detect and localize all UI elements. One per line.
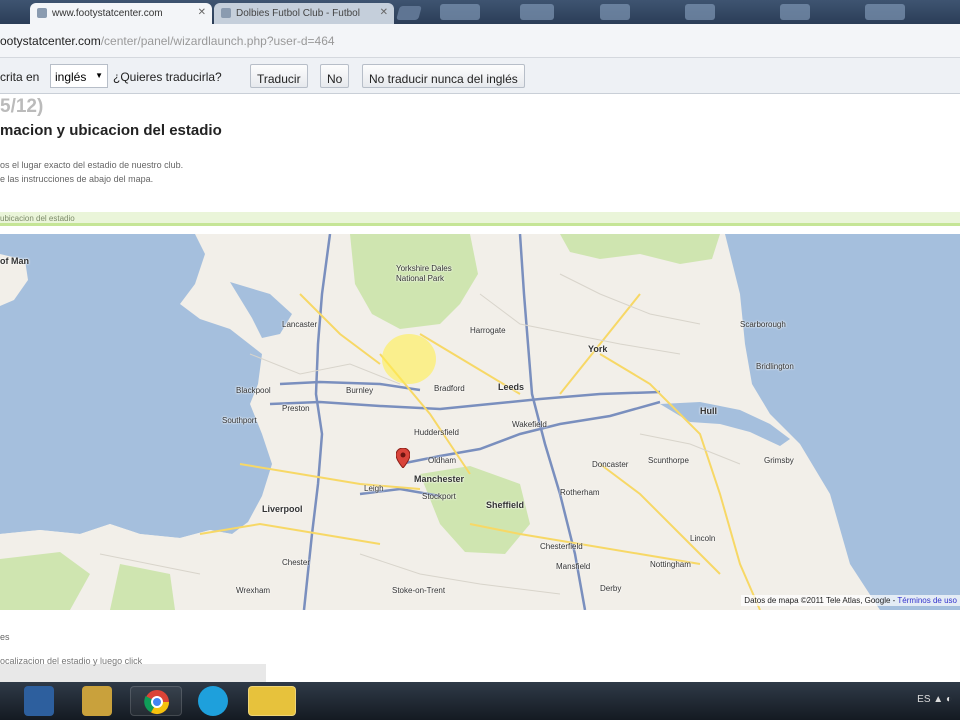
new-tab-button[interactable] (396, 6, 422, 20)
location-bar: ubicacion del estadio (0, 212, 960, 226)
map-label: York (588, 344, 608, 354)
map-label: Rotherham (560, 488, 600, 497)
skype-icon[interactable] (198, 686, 228, 716)
explorer-icon[interactable] (82, 686, 112, 716)
system-tray[interactable]: ES ▲ ◐ (917, 694, 952, 705)
map-label: Stockport (422, 492, 456, 501)
map-label: Stoke-on-Trent (392, 586, 446, 595)
map-label: Doncaster (592, 460, 629, 469)
map-label: Oldham (428, 456, 457, 465)
map-label: Wakefield (512, 420, 547, 429)
morecambe-bay (230, 282, 292, 338)
map-label: Hull (700, 406, 717, 416)
taskbar: ES ▲ ◐ (0, 682, 960, 720)
page-title: macion y ubicacion del estadio (0, 122, 222, 139)
address-bar[interactable]: ootystatcenter.com/center/panel/wizardla… (0, 24, 960, 58)
map-label: Huddersfield (414, 428, 459, 437)
map-label: Wrexham (236, 586, 271, 595)
window-thumbnail (600, 4, 630, 20)
browser-tab-strip: www.footystatcenter.com ✕ Dolbies Futbol… (0, 0, 960, 24)
map-label: Chester (282, 558, 311, 567)
close-tab-icon[interactable]: ✕ (380, 7, 388, 18)
map-label: Manchester (414, 474, 465, 484)
tab-footystatcenter[interactable]: www.footystatcenter.com ✕ (30, 3, 212, 24)
tooltip-strip (0, 664, 266, 682)
url-text[interactable]: ootystatcenter.com/center/panel/wizardla… (0, 34, 335, 48)
map-label: Grimsby (764, 456, 794, 465)
map-label: Lancaster (282, 320, 318, 329)
favicon-icon (221, 8, 231, 18)
map-label: National Park (396, 274, 445, 283)
map-label: Derby (600, 584, 622, 593)
chrome-icon (144, 690, 169, 715)
field-label: es (0, 632, 10, 642)
map-label: Bradford (434, 384, 465, 393)
window-thumbnail (520, 4, 554, 20)
map-label: Southport (222, 416, 257, 425)
map-label: Mansfield (556, 562, 591, 571)
app-icon[interactable] (24, 686, 54, 716)
map-label: Leeds (498, 382, 525, 392)
cursor-highlight (382, 334, 436, 384)
translate-bar: crita en inglés ▼ ¿Quieres traducirla? T… (0, 58, 960, 94)
map-label: Sheffield (486, 500, 525, 510)
window-thumbnail (865, 4, 905, 20)
chrome-taskbar-button[interactable] (130, 686, 182, 716)
location-bar-label: ubicacion del estadio (0, 214, 75, 223)
network-icon[interactable] (248, 686, 296, 716)
translate-button[interactable]: Traducir (250, 64, 308, 88)
step-indicator: 5/12) (0, 96, 44, 117)
language-select[interactable]: inglés ▼ (50, 64, 108, 88)
map-canvas[interactable]: of Man Yorkshire Dales National Park Har… (0, 234, 960, 610)
map-label: Leigh (364, 484, 384, 493)
window-thumbnail (440, 4, 480, 20)
tab-label: www.footystatcenter.com (52, 8, 163, 19)
hint-text: ocalizacion del estadio y luego click (0, 656, 143, 666)
translate-question: ¿Quieres traducirla? (113, 70, 222, 84)
instruction-line: os el lugar exacto del estadio de nuestr… (0, 160, 184, 170)
map-label: Lincoln (690, 534, 716, 543)
map-label: Scarborough (740, 320, 786, 329)
map-label: Scunthorpe (648, 456, 689, 465)
window-thumbnail (780, 4, 810, 20)
map-graphic (0, 234, 960, 610)
no-button[interactable]: No (320, 64, 350, 88)
tab-label: Dolbies Futbol Club - Futbol (236, 8, 360, 19)
location-pin-icon[interactable] (396, 448, 410, 468)
favicon-icon (37, 8, 47, 18)
irish-sea (0, 234, 272, 538)
map-label: Nottingham (650, 560, 691, 569)
map-label: Burnley (346, 386, 374, 395)
map-label: Liverpool (262, 504, 303, 514)
never-translate-button[interactable]: No traducir nunca del inglés (362, 64, 525, 88)
terms-link[interactable]: Términos de uso (897, 596, 957, 605)
map-label: Harrogate (470, 326, 506, 335)
translate-prefix: crita en (0, 70, 40, 84)
tab-dolbies[interactable]: Dolbies Futbol Club - Futbol ✕ (214, 3, 394, 24)
map-label: Bridlington (756, 362, 794, 371)
map-attribution: Datos de mapa ©2011 Tele Atlas, Google -… (741, 595, 960, 606)
map-label: of Man (0, 256, 29, 266)
instruction-line: e las instrucciones de abajo del mapa. (0, 174, 154, 184)
map-label: Blackpool (236, 386, 271, 395)
map-label: Chesterfield (540, 542, 583, 551)
dropdown-caret-icon: ▼ (95, 71, 103, 80)
north-york-moors-park (560, 234, 720, 264)
map-label: Yorkshire Dales (396, 264, 452, 273)
window-thumbnail (685, 4, 715, 20)
map-label: Preston (282, 404, 310, 413)
close-tab-icon[interactable]: ✕ (198, 7, 206, 18)
